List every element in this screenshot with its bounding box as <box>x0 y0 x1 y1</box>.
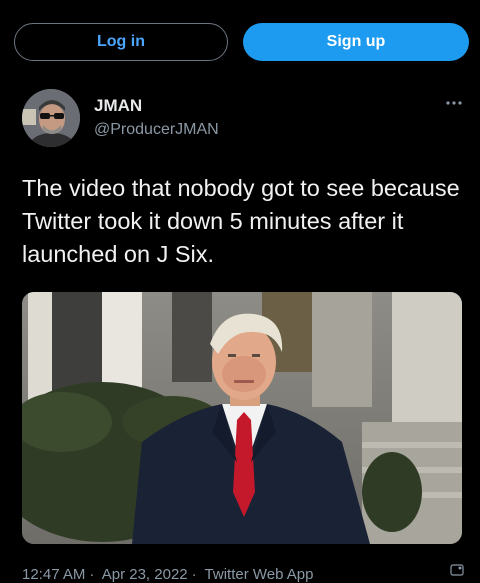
meta-separator: · <box>191 566 197 583</box>
tweet-date[interactable]: Apr 23, 2022 <box>102 566 188 583</box>
avatar[interactable] <box>22 89 80 147</box>
tweet-time: 12:47 AM <box>22 566 86 583</box>
more-icon[interactable] <box>446 93 462 111</box>
tweet-source[interactable]: Twitter Web App <box>205 566 314 583</box>
login-button[interactable]: Log in <box>14 23 228 61</box>
video-thumbnail[interactable] <box>22 292 462 544</box>
author-name[interactable]: JMAN <box>94 96 142 116</box>
meta-separator: · <box>89 566 95 583</box>
author-handle[interactable]: @ProducerJMAN <box>94 121 219 139</box>
overlay-icon <box>450 563 464 576</box>
tweet-meta: 12:47 AM · Apr 23, 2022 · Twitter Web App <box>22 566 318 583</box>
tweet-text: The video that nobody got to see because… <box>22 175 460 267</box>
signup-button[interactable]: Sign up <box>243 23 469 61</box>
